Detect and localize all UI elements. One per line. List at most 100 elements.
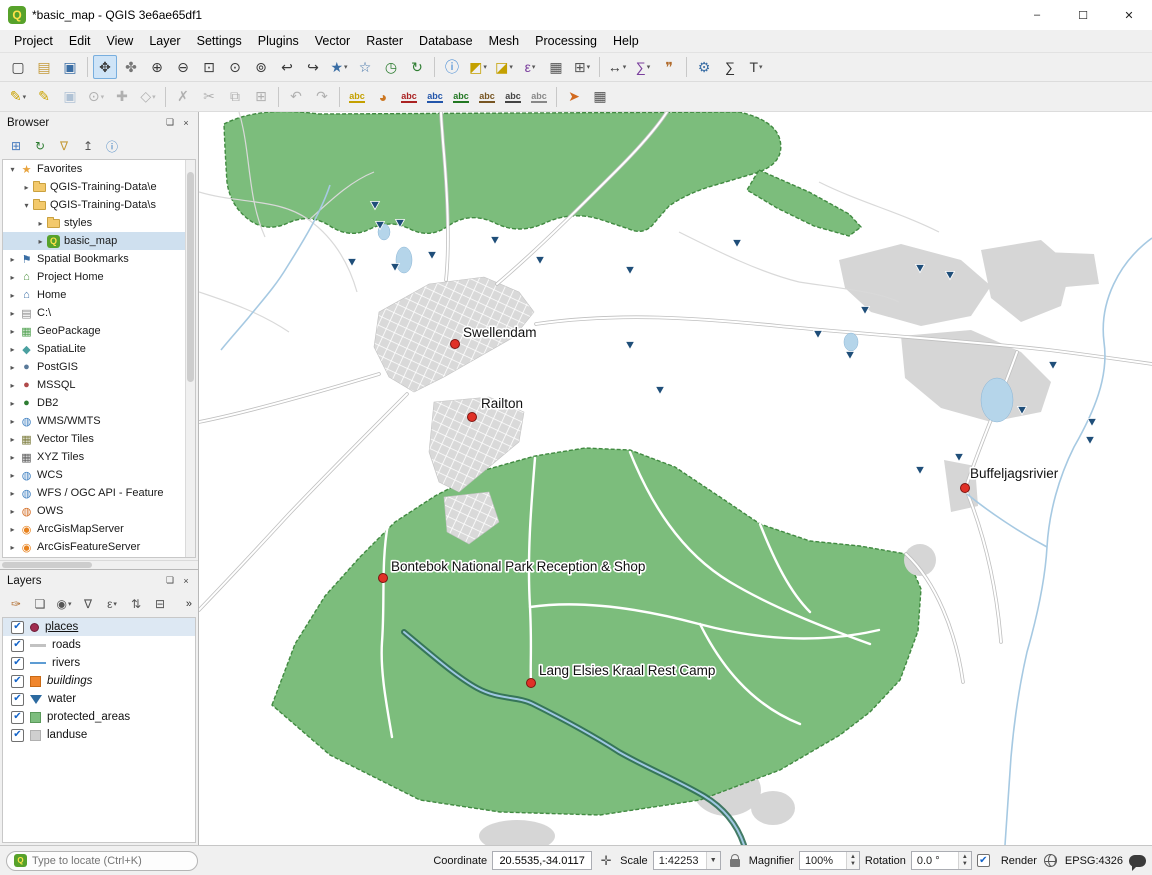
identify-features-icon[interactable]: ⓘ <box>440 55 464 79</box>
layer-item-places[interactable]: ✔places <box>3 618 195 636</box>
chevron-down-icon[interactable]: ▼ <box>706 852 720 869</box>
expander-icon[interactable]: ▸ <box>6 273 19 282</box>
browser-item-wcs[interactable]: ▸◍WCS <box>3 466 185 484</box>
crs-globe-icon[interactable] <box>1042 852 1060 870</box>
browser-item-arcgismapserver[interactable]: ▸◉ArcGisMapServer <box>3 520 185 538</box>
layer-visibility-checkbox[interactable]: ✔ <box>11 675 24 688</box>
zoom-in-icon[interactable]: ⊕ <box>145 55 169 79</box>
zoom-last-icon[interactable]: ↩ <box>275 55 299 79</box>
change-label-icon[interactable]: abc <box>501 85 525 109</box>
expander-icon[interactable]: ▸ <box>6 525 19 534</box>
annotation-icon[interactable]: T▾ <box>744 55 768 79</box>
rotate-label-icon[interactable]: abc <box>475 85 499 109</box>
filter-browser-icon[interactable]: ∇ <box>53 135 75 157</box>
menu-processing[interactable]: Processing <box>527 30 605 52</box>
menu-project[interactable]: Project <box>6 30 61 52</box>
browser-item-db2[interactable]: ▸●DB2 <box>3 394 185 412</box>
open-layer-styling-icon[interactable]: ✑ <box>5 593 27 615</box>
locate-input[interactable] <box>32 855 190 867</box>
layer-visibility-checkbox[interactable]: ✔ <box>11 711 24 724</box>
field-calculator-icon[interactable]: ⊞▾ <box>570 55 594 79</box>
lock-scale-icon[interactable] <box>726 852 744 870</box>
browser-close-button[interactable]: × <box>178 115 194 131</box>
browser-item-wfs-ogc-api-feature[interactable]: ▸◍WFS / OGC API - Feature <box>3 484 185 502</box>
browser-item-project-home[interactable]: ▸⌂Project Home <box>3 268 185 286</box>
statistical-summary-icon[interactable]: ∑▾ <box>631 55 655 79</box>
filter-expression-icon[interactable]: ε▾ <box>101 593 123 615</box>
layer-item-roads[interactable]: ✔roads <box>3 636 195 654</box>
measure-icon[interactable]: ↔▾ <box>605 55 629 79</box>
browser-item-spatialite[interactable]: ▸◆SpatiaLite <box>3 340 185 358</box>
menu-raster[interactable]: Raster <box>358 30 411 52</box>
chevron-down-icon[interactable]: ▾ <box>344 63 348 71</box>
expander-icon[interactable]: ▸ <box>6 345 19 354</box>
browser-item-styles[interactable]: ▸styles <box>3 214 185 232</box>
layer-diagram-icon[interactable]: ◕ <box>371 85 395 109</box>
chevron-down-icon[interactable]: ▾ <box>759 63 763 71</box>
refresh-map-icon[interactable]: ↻ <box>405 55 429 79</box>
browser-item-ows[interactable]: ▸◍OWS <box>3 502 185 520</box>
browser-item-home[interactable]: ▸⌂Home <box>3 286 185 304</box>
maximize-button[interactable]: ☐ <box>1060 0 1106 30</box>
browser-item-wms-wmts[interactable]: ▸◍WMS/WMTS <box>3 412 185 430</box>
statistics-panel-icon[interactable]: ∑ <box>718 55 742 79</box>
scrollbar-thumb[interactable] <box>187 172 194 382</box>
browser-item-mssql[interactable]: ▸●MSSQL <box>3 376 185 394</box>
coordinate-input[interactable] <box>492 851 592 870</box>
expander-icon[interactable]: ▸ <box>6 327 19 336</box>
menu-edit[interactable]: Edit <box>61 30 99 52</box>
undo-icon[interactable]: ↶ <box>284 85 308 109</box>
digitize-icon[interactable]: ⊙▾ <box>84 85 108 109</box>
zoom-out-icon[interactable]: ⊖ <box>171 55 195 79</box>
expander-icon[interactable]: ▸ <box>34 237 47 246</box>
toggle-editing-icon[interactable]: ✎ <box>32 85 56 109</box>
chevron-down-icon[interactable]: ▾ <box>101 93 105 101</box>
expand-all-icon[interactable]: ⇅ <box>125 593 147 615</box>
menu-layer[interactable]: Layer <box>141 30 188 52</box>
layer-labeling-icon[interactable]: abc <box>345 85 369 109</box>
delete-selected-icon[interactable]: ✗ <box>171 85 195 109</box>
select-by-expression-icon[interactable]: ε▾ <box>518 55 542 79</box>
expander-icon[interactable]: ▸ <box>34 219 47 228</box>
pin-labels-icon[interactable]: abc <box>397 85 421 109</box>
current-edits-icon[interactable]: ✎▾ <box>6 85 30 109</box>
menu-view[interactable]: View <box>98 30 141 52</box>
open-project-icon[interactable]: ▤ <box>32 55 56 79</box>
show-hide-labels-icon[interactable]: abc <box>527 85 551 109</box>
minimize-button[interactable]: – <box>1014 0 1060 30</box>
chevron-down-icon[interactable]: ▾ <box>68 600 72 608</box>
layer-item-rivers[interactable]: ✔rivers <box>3 654 195 672</box>
menu-mesh[interactable]: Mesh <box>481 30 528 52</box>
expander-icon[interactable]: ▸ <box>6 453 19 462</box>
paste-features-icon[interactable]: ⊞ <box>249 85 273 109</box>
manage-map-themes-icon[interactable]: ◉▾ <box>53 593 75 615</box>
filter-legend-icon[interactable]: ∇ <box>77 593 99 615</box>
copy-features-icon[interactable]: ⧉ <box>223 85 247 109</box>
save-project-icon[interactable]: ▣ <box>58 55 82 79</box>
layer-visibility-checkbox[interactable]: ✔ <box>11 693 24 706</box>
expander-icon[interactable]: ▸ <box>6 435 19 444</box>
browser-item-spatial-bookmarks[interactable]: ▸⚑Spatial Bookmarks <box>3 250 185 268</box>
deselect-features-icon[interactable]: ◪▾ <box>492 55 516 79</box>
browser-item-qgis-training-data-e[interactable]: ▸QGIS-Training-Data\e <box>3 178 185 196</box>
layer-item-water[interactable]: ✔water <box>3 690 195 708</box>
processing-toolbox-icon[interactable]: ⚙ <box>692 55 716 79</box>
browser-item-xyz-tiles[interactable]: ▸▦XYZ Tiles <box>3 448 185 466</box>
vertex-tool-icon[interactable]: ◇▾ <box>136 85 160 109</box>
new-project-icon[interactable]: ▢ <box>6 55 30 79</box>
new-bookmark-icon[interactable]: ★▾ <box>327 55 351 79</box>
scale-combo[interactable]: 1:42253 ▼ <box>653 851 721 870</box>
layer-visibility-checkbox[interactable]: ✔ <box>11 729 24 742</box>
layer-item-buildings[interactable]: ✔buildings <box>3 672 195 690</box>
chevron-down-icon[interactable]: ▾ <box>532 63 536 71</box>
add-group-icon[interactable]: ❏ <box>29 593 51 615</box>
browser-item-geopackage[interactable]: ▸▦GeoPackage <box>3 322 185 340</box>
browser-item-basic-map[interactable]: ▸Qbasic_map <box>3 232 185 250</box>
expander-icon[interactable]: ▸ <box>6 309 19 318</box>
expander-icon[interactable]: ▾ <box>20 201 33 210</box>
layer-item-protected-areas[interactable]: ✔protected_areas <box>3 708 195 726</box>
expander-icon[interactable]: ▸ <box>6 381 19 390</box>
spin-up-icon[interactable]: ▲ <box>959 854 971 861</box>
messages-button[interactable] <box>1128 852 1146 870</box>
layer-item-landuse[interactable]: ✔landuse <box>3 726 195 744</box>
